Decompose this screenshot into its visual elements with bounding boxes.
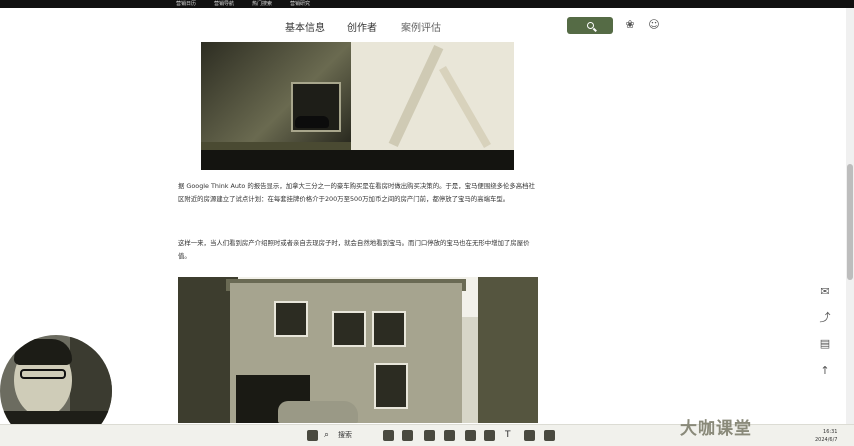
app-icon[interactable]	[444, 430, 455, 441]
back-to-top-icon[interactable]: ↑	[816, 362, 834, 380]
taskview-icon[interactable]	[383, 430, 394, 441]
app-icon[interactable]	[524, 430, 535, 441]
top-link-3[interactable]: 热门搜索	[252, 0, 272, 8]
clock-time: 16:31	[823, 429, 838, 435]
document-icon[interactable]: ▤	[816, 335, 834, 353]
article-paragraph-2: 这样一来，当人们看到房产介绍照时或者亲自去现房子时，就会自然地看到宝马。而门口停…	[178, 239, 530, 260]
taskbar-search-label[interactable]: 搜索	[338, 430, 352, 441]
text-app-icon[interactable]: T	[505, 430, 516, 441]
tab-case-review[interactable]: 案例评估	[401, 19, 441, 34]
start-icon[interactable]	[307, 430, 318, 441]
nav-bar: 基本信息 创作者 案例评估 ❀ ☺	[0, 8, 854, 42]
app-icon[interactable]	[544, 430, 555, 441]
top-link-1[interactable]: 营销日历	[176, 0, 196, 8]
watermark-text: 大咖课堂	[680, 419, 752, 439]
article-image-house	[178, 277, 538, 423]
top-bar: 营销日历 营销导航 热门搜索 营销研究	[0, 0, 854, 8]
presenter-glasses	[20, 369, 66, 379]
page-scrollbar[interactable]	[846, 8, 854, 424]
browser-icon[interactable]	[402, 430, 413, 441]
house-window	[274, 301, 308, 337]
article-image-map	[201, 42, 514, 170]
app-icon[interactable]	[465, 430, 476, 441]
search-icon	[586, 22, 594, 29]
clock-date: 2024/6/7	[815, 437, 838, 443]
image-footer	[201, 150, 514, 170]
top-link-2[interactable]: 营销导航	[214, 0, 234, 8]
search-icon[interactable]: ⌕	[324, 430, 335, 441]
search-button[interactable]	[567, 17, 613, 34]
top-link-4[interactable]: 营销研究	[290, 0, 310, 8]
wechat-icon[interactable]: ✉	[816, 283, 834, 301]
car-image	[278, 401, 358, 423]
house-window	[332, 311, 366, 347]
house-window	[372, 311, 406, 347]
top-links: 营销日历 营销导航 热门搜索 营销研究	[176, 0, 310, 8]
car-image	[295, 116, 329, 128]
tab-basic-info[interactable]: 基本信息	[285, 19, 325, 34]
tree	[478, 277, 538, 423]
share-icon[interactable]: ⤴	[816, 309, 834, 327]
badge-icon[interactable]: ❀	[623, 18, 637, 32]
house-door	[374, 363, 408, 409]
tree	[178, 277, 238, 423]
app-icon[interactable]	[424, 430, 435, 441]
user-icon[interactable]: ☺	[647, 18, 661, 32]
app-icon[interactable]	[484, 430, 495, 441]
presenter-hair	[14, 339, 72, 365]
scrollbar-thumb[interactable]	[847, 164, 853, 280]
tab-creator[interactable]: 创作者	[347, 19, 377, 34]
taskbar-clock: 16:31 2024/6/7	[815, 428, 837, 444]
article-paragraph-1: 据 Google Think Auto 的报告显示，加拿大三分之一的豪车购买是在…	[178, 182, 535, 203]
